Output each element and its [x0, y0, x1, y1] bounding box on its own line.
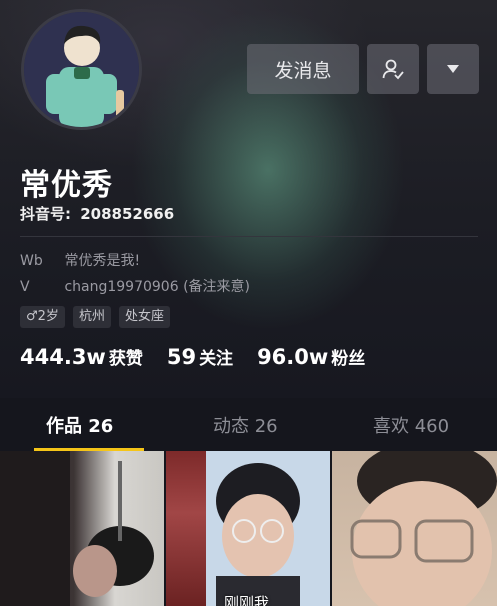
- avatar[interactable]: [21, 9, 142, 130]
- video-thumbnail[interactable]: [332, 451, 497, 606]
- avatar-illustration: [24, 12, 139, 127]
- douyin-id-value: 208852666: [80, 205, 175, 223]
- video-caption: 刚刚我: [224, 594, 270, 606]
- follow-button[interactable]: [367, 44, 419, 94]
- tab-activity[interactable]: 动态 26: [213, 412, 278, 438]
- stat-label: 粉丝: [331, 349, 366, 369]
- tag-city: 杭州: [72, 306, 111, 328]
- stat-value: 59: [166, 345, 197, 369]
- section-divider: [20, 236, 478, 237]
- caret-down-icon: [447, 65, 459, 73]
- bio-prefix: V: [20, 279, 30, 295]
- stat-value: 444.3w: [20, 345, 106, 369]
- video-thumbnail-image: [0, 451, 154, 606]
- video-thumbnail[interactable]: 刚刚我: [166, 451, 330, 606]
- bio-line-weibo: Wb 常优秀是我!: [20, 250, 140, 270]
- tag-zodiac: 处女座: [118, 306, 170, 328]
- video-thumbnail[interactable]: [0, 451, 164, 606]
- more-options-button[interactable]: [427, 44, 479, 94]
- stat-followers[interactable]: 96.0w 粉丝: [257, 344, 365, 369]
- bio-prefix: Wb: [20, 253, 43, 269]
- stat-label: 获赞: [108, 349, 143, 369]
- bio-text: 常优秀是我!: [64, 253, 141, 269]
- bio-line-wechat: V chang19970906 (备注来意): [20, 276, 250, 296]
- profile-name: 常优秀: [20, 168, 113, 203]
- tab-likes[interactable]: 喜欢 460: [373, 412, 449, 438]
- tab-works[interactable]: 作品 26: [46, 412, 113, 438]
- content-tab-bar: 作品 26 动态 26 喜欢 460: [0, 398, 497, 450]
- douyin-id-label: 抖音号:: [20, 205, 71, 223]
- send-message-button[interactable]: 发消息: [247, 44, 359, 94]
- douyin-id: 抖音号: 208852666: [20, 203, 174, 224]
- stat-value: 96.0w: [257, 345, 329, 369]
- stat-label: 关注: [199, 349, 234, 369]
- stat-likes[interactable]: 444.3w 获赞: [20, 344, 143, 369]
- user-check-icon: [382, 59, 404, 80]
- tag-gender-age: ♂2岁: [20, 306, 65, 328]
- video-thumbnail-image: [206, 451, 330, 606]
- profile-tags: ♂2岁 杭州 处女座: [20, 306, 170, 328]
- stat-following[interactable]: 59 关注: [167, 344, 233, 369]
- video-thumbnail-image: [350, 451, 497, 606]
- send-message-label: 发消息: [274, 59, 332, 82]
- profile-stats: 444.3w 获赞 59 关注 96.0w 粉丝: [20, 344, 365, 369]
- bio-text: chang19970906 (备注来意): [64, 279, 250, 295]
